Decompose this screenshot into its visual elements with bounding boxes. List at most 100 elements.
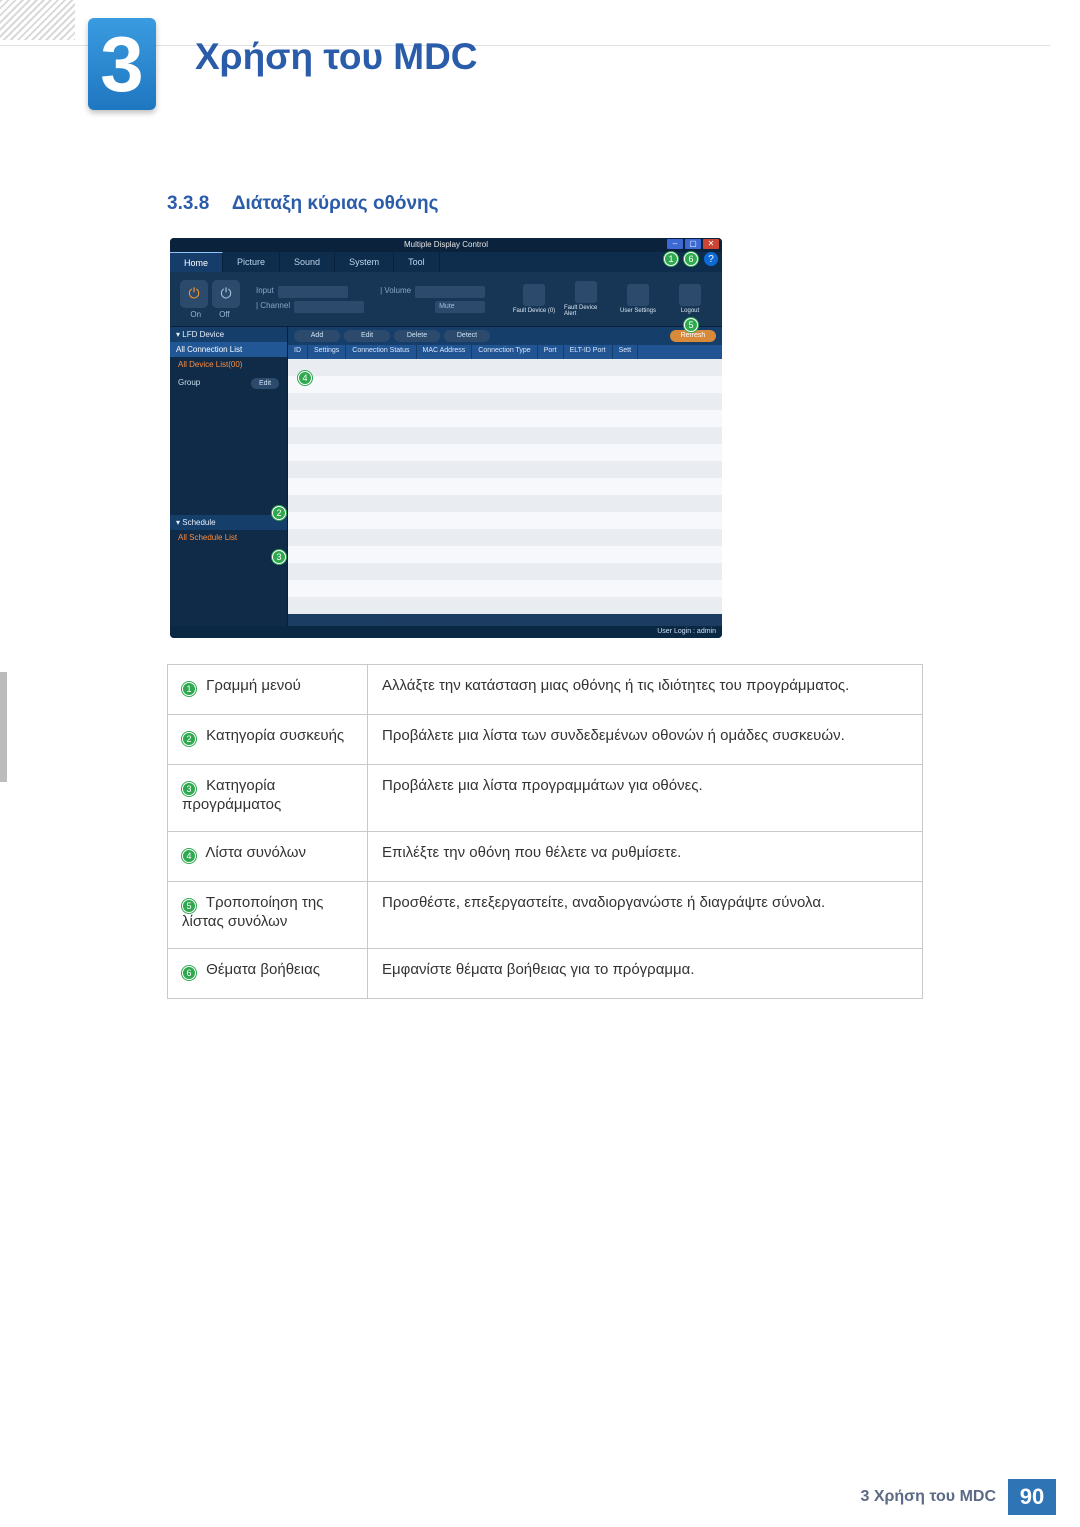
badge-6: 6 bbox=[182, 966, 196, 980]
sidebar-group-edit[interactable]: Edit bbox=[251, 378, 279, 389]
callout-2: 2 bbox=[272, 506, 286, 520]
tab-home[interactable]: Home bbox=[170, 252, 223, 272]
callout-6-inline: 6 bbox=[684, 252, 698, 266]
decor-stripe bbox=[0, 0, 75, 40]
page-footer: 3 Χρήση του MDC 90 bbox=[860, 1479, 1056, 1515]
legend-5-label: Τροποποίηση της λίστας συνόλων bbox=[182, 894, 323, 930]
power-on-icon[interactable]: ⏻ bbox=[180, 280, 208, 308]
col-elt: ELT-ID Port bbox=[564, 345, 613, 359]
input-label: Input bbox=[256, 286, 274, 298]
col-sett: Sett bbox=[613, 345, 638, 359]
sidebar-all-connection[interactable]: All Connection List bbox=[170, 342, 287, 357]
edit-button[interactable]: Edit bbox=[344, 330, 390, 342]
table-row: 3 Κατηγορία προγράμματος Προβάλετε μια λ… bbox=[168, 765, 923, 832]
sidebar-group-row: Group Edit bbox=[170, 372, 287, 395]
channel-stepper[interactable] bbox=[294, 301, 364, 313]
page-number: 90 bbox=[1008, 1479, 1056, 1515]
col-id: ID bbox=[288, 345, 308, 359]
close-button[interactable]: ✕ bbox=[703, 239, 719, 249]
legend-4-label: Λίστα συνόλων bbox=[205, 844, 306, 861]
sidebar: ▾ LFD Device All Connection List All Dev… bbox=[170, 327, 288, 626]
add-button[interactable]: Add bbox=[294, 330, 340, 342]
legend-6-label: Θέματα βοήθειας bbox=[206, 961, 320, 978]
channel-label: | Channel bbox=[256, 301, 290, 313]
chapter-number-badge: 3 bbox=[88, 18, 156, 110]
home-toolbar: ⏻ ⏻ On Off Input | Channel | Volume Mute… bbox=[170, 272, 722, 327]
footer-text: 3 Χρήση του MDC bbox=[860, 1488, 996, 1506]
fault-device-shortcut[interactable]: Fault Device (0) bbox=[512, 284, 556, 314]
col-mac: MAC Address bbox=[417, 345, 473, 359]
badge-1: 1 bbox=[182, 682, 196, 696]
callout-1-inline: 1 bbox=[664, 252, 678, 266]
badge-5: 5 bbox=[182, 899, 196, 913]
logout-shortcut[interactable]: Logout bbox=[668, 284, 712, 314]
alert-icon bbox=[575, 281, 597, 303]
sidebar-lfd-header[interactable]: ▾ LFD Device bbox=[170, 327, 287, 342]
chapter-title: Χρήση του MDC bbox=[195, 36, 478, 78]
power-on-label: On bbox=[190, 310, 201, 319]
window-title: Multiple Display Control bbox=[404, 240, 488, 249]
help-icon[interactable]: ? bbox=[704, 252, 718, 266]
col-settings: Settings bbox=[308, 345, 346, 359]
device-list-header: ID Settings Connection Status MAC Addres… bbox=[288, 345, 722, 359]
power-off-icon[interactable]: ⏻ bbox=[212, 280, 240, 308]
mute-button[interactable]: Mute bbox=[435, 301, 485, 313]
sidebar-group-label: Group bbox=[178, 378, 200, 389]
legend-3-desc: Προβάλετε μια λίστα προγραμμάτων για οθό… bbox=[368, 765, 923, 832]
fault-alert-label: Fault Device Alert bbox=[564, 305, 608, 317]
mdc-screenshot: Multiple Display Control – ▢ ✕ Home Pict… bbox=[170, 238, 722, 638]
badge-2: 2 bbox=[182, 732, 196, 746]
sidebar-all-device[interactable]: All Device List(00) bbox=[170, 357, 287, 372]
sidebar-all-schedule[interactable]: All Schedule List bbox=[170, 530, 287, 545]
col-conn-status: Connection Status bbox=[346, 345, 416, 359]
legend-1-label: Γραμμή μενού bbox=[206, 677, 301, 694]
fault-device-label: Fault Device (0) bbox=[513, 308, 555, 314]
col-port: Port bbox=[538, 345, 564, 359]
tab-system[interactable]: System bbox=[335, 252, 394, 272]
user-settings-shortcut[interactable]: User Settings bbox=[616, 284, 660, 314]
input-dropdown[interactable] bbox=[278, 286, 348, 298]
badge-4: 4 bbox=[182, 849, 196, 863]
tab-sound[interactable]: Sound bbox=[280, 252, 335, 272]
legend-table: 1 Γραμμή μενού Αλλάξτε την κατάσταση μια… bbox=[167, 664, 923, 999]
refresh-button[interactable]: Refresh bbox=[670, 330, 716, 342]
help-area: 1 6 ? bbox=[664, 252, 718, 266]
section-title: Διάταξη κύριας οθόνης bbox=[232, 193, 439, 214]
detect-button[interactable]: Detect bbox=[444, 330, 490, 342]
callout-5: 5 bbox=[684, 318, 698, 332]
callout-4: 4 bbox=[298, 371, 312, 385]
sidebar-schedule-header[interactable]: ▾ Schedule bbox=[170, 515, 287, 530]
status-bar: User Login : admin bbox=[170, 626, 722, 638]
table-row: 2 Κατηγορία συσκευής Προβάλετε μια λίστα… bbox=[168, 715, 923, 765]
legend-4-desc: Επιλέξτε την οθόνη που θέλετε να ρυθμίσε… bbox=[368, 832, 923, 882]
delete-button[interactable]: Delete bbox=[394, 330, 440, 342]
table-row: 6 Θέματα βοήθειας Εμφανίστε θέματα βοήθε… bbox=[168, 949, 923, 999]
minimize-button[interactable]: – bbox=[667, 239, 683, 249]
volume-slider[interactable] bbox=[415, 286, 485, 298]
window-titlebar: Multiple Display Control – ▢ ✕ bbox=[170, 238, 722, 252]
left-margin-marker bbox=[0, 672, 7, 782]
tab-tool[interactable]: Tool bbox=[394, 252, 440, 272]
section-heading: 3.3.8 Διάταξη κύριας οθόνης bbox=[167, 193, 439, 215]
logout-label: Logout bbox=[681, 308, 699, 314]
table-row: 4 Λίστα συνόλων Επιλέξτε την οθόνη που θ… bbox=[168, 832, 923, 882]
list-actions: Add Edit Delete Detect Refresh bbox=[288, 327, 722, 345]
fault-device-icon bbox=[523, 284, 545, 306]
tab-picture[interactable]: Picture bbox=[223, 252, 280, 272]
col-conn-type: Connection Type bbox=[472, 345, 537, 359]
legend-5-desc: Προσθέστε, επεξεργαστείτε, αναδιοργανώστ… bbox=[368, 882, 923, 949]
user-settings-label: User Settings bbox=[620, 308, 656, 314]
top-divider bbox=[0, 45, 1050, 46]
legend-6-desc: Εμφανίστε θέματα βοήθειας για το πρόγραμ… bbox=[368, 949, 923, 999]
fault-alert-shortcut[interactable]: Fault Device Alert bbox=[564, 281, 608, 317]
device-list-body bbox=[288, 359, 722, 614]
logout-icon bbox=[679, 284, 701, 306]
maximize-button[interactable]: ▢ bbox=[685, 239, 701, 249]
power-off-label: Off bbox=[219, 310, 230, 319]
menu-bar: Home Picture Sound System Tool bbox=[170, 252, 722, 272]
window-buttons: – ▢ ✕ bbox=[667, 239, 719, 249]
input-group: Input | Channel bbox=[256, 286, 364, 313]
legend-2-label: Κατηγορία συσκευής bbox=[206, 727, 344, 744]
user-settings-icon bbox=[627, 284, 649, 306]
volume-group: | Volume Mute bbox=[380, 286, 485, 313]
